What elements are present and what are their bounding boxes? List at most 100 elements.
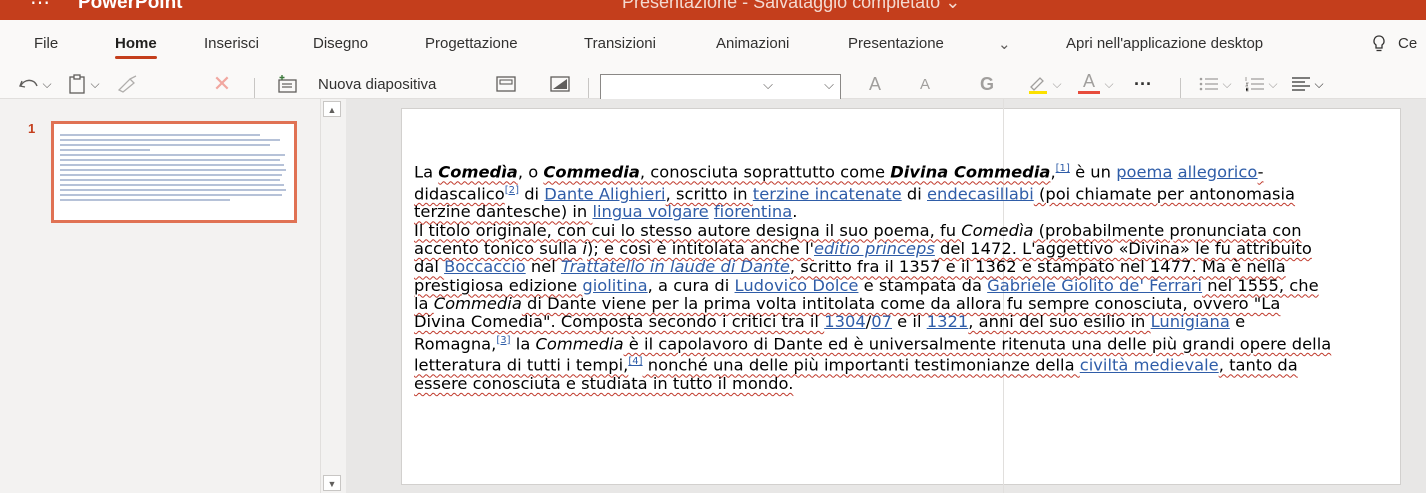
align-icon[interactable] bbox=[1290, 73, 1312, 95]
toolbar-separator bbox=[588, 78, 589, 98]
thumbnail-text-line bbox=[60, 199, 230, 201]
numbering-icon[interactable] bbox=[1244, 73, 1266, 95]
more-tabs-chevron-icon[interactable]: ⌄ bbox=[998, 35, 1011, 53]
slide-thumbnail[interactable] bbox=[51, 121, 297, 223]
hyperlink[interactable]: Ludovico Dolce bbox=[735, 276, 859, 295]
increase-font-size-button[interactable]: A bbox=[864, 73, 886, 95]
tab-disegno[interactable]: Disegno bbox=[313, 35, 368, 52]
thumbnail-text-line bbox=[60, 194, 282, 196]
hyperlink[interactable]: Dante Alighieri bbox=[544, 184, 665, 203]
text-run: Il titolo originale, con cui lo stesso a… bbox=[414, 220, 962, 240]
hyperlink[interactable]: Trattatello in laude di Dante bbox=[561, 257, 790, 276]
highlight-dropdown-chevron-icon[interactable]: ⌵ bbox=[1050, 73, 1064, 95]
slide-number: 1 bbox=[28, 121, 36, 136]
bullets-icon[interactable] bbox=[1198, 73, 1220, 95]
scroll-up-arrow-icon[interactable]: ▲ bbox=[323, 101, 341, 117]
hyperlink[interactable]: terzine incatenate bbox=[753, 184, 902, 203]
decrease-font-size-button[interactable]: A bbox=[914, 73, 936, 95]
hyperlink[interactable]: 07 bbox=[871, 312, 892, 331]
tab-animazioni[interactable]: Animazioni bbox=[716, 35, 789, 52]
text-run: , anni del suo esilio in bbox=[968, 312, 1151, 332]
font-size-dropdown[interactable]: ⌵ bbox=[779, 74, 841, 100]
scroll-down-arrow-icon[interactable]: ▼ bbox=[323, 475, 341, 491]
paste-dropdown-chevron-icon[interactable]: ⌵ bbox=[88, 73, 102, 95]
chevron-down-icon: ⌵ bbox=[824, 77, 834, 92]
text-run: nonché una delle più importanti testimon… bbox=[642, 355, 1080, 375]
thumbnail-scrollbar[interactable]: ▲ ▼ bbox=[320, 99, 343, 493]
format-painter-icon[interactable] bbox=[114, 73, 142, 95]
paragraph-2: Il titolo originale, con cui lo stesso a… bbox=[414, 220, 1332, 394]
numbering-dropdown-chevron-icon[interactable]: ⌵ bbox=[1266, 73, 1280, 95]
toolbar-separator bbox=[254, 78, 255, 98]
thumbnail-text-line bbox=[60, 134, 260, 136]
undo-dropdown-chevron-icon[interactable]: ⌵ bbox=[40, 73, 54, 95]
text-run: e stampata da bbox=[858, 275, 988, 295]
ribbon: File Home Inserisci Disegno Progettazion… bbox=[0, 20, 1426, 100]
thumbnail-text-line bbox=[60, 169, 286, 171]
tell-me-search[interactable]: Ce bbox=[1398, 35, 1417, 52]
text-run: di bbox=[901, 184, 927, 204]
new-slide-icon[interactable] bbox=[274, 73, 300, 95]
slide-text-box[interactable]: La Comedìa, o Commedia, conosciuta sopra… bbox=[414, 160, 1332, 393]
tab-progettazione[interactable]: Progettazione bbox=[425, 35, 518, 52]
footnote-link[interactable]: [4] bbox=[628, 356, 642, 367]
title-bar: ⋯ PowerPoint Presentazione - Salvataggio… bbox=[0, 0, 1426, 20]
font-color-button[interactable]: A bbox=[1078, 71, 1100, 94]
hyperlink[interactable]: Gabriele Giolito de' Ferrari bbox=[987, 276, 1202, 295]
more-options-icon[interactable]: ··· bbox=[1128, 73, 1158, 95]
tab-home[interactable]: Home bbox=[115, 35, 157, 59]
tab-transizioni[interactable]: Transizioni bbox=[584, 35, 656, 52]
text-run: di bbox=[519, 184, 545, 204]
footnote-link[interactable]: [1] bbox=[1056, 163, 1070, 174]
hyperlink[interactable]: allegorico bbox=[1178, 162, 1258, 181]
hyperlink[interactable]: 1321 bbox=[927, 312, 969, 331]
footnote-link[interactable]: [3] bbox=[496, 335, 510, 346]
text-run: nel bbox=[525, 257, 561, 277]
font-color-dropdown-chevron-icon[interactable]: ⌵ bbox=[1102, 73, 1116, 95]
align-dropdown-chevron-icon[interactable]: ⌵ bbox=[1312, 73, 1326, 95]
thumbnail-text-line bbox=[60, 159, 280, 161]
document-title[interactable]: Presentazione - Salvataggio completato ⌄ bbox=[622, 0, 960, 13]
footnote-link[interactable]: [2] bbox=[505, 185, 519, 196]
paragraph-1: La Comedìa, o Commedia, conosciuta sopra… bbox=[414, 160, 1332, 222]
text-run: Comedìa bbox=[438, 162, 518, 182]
undo-icon[interactable] bbox=[16, 73, 42, 95]
hyperlink[interactable]: editio princeps bbox=[814, 239, 935, 258]
thumbnail-text-line bbox=[60, 164, 284, 166]
clipboard-icon[interactable] bbox=[64, 73, 90, 95]
hyperlink[interactable]: giolitina bbox=[582, 276, 647, 295]
layout-icon[interactable] bbox=[494, 73, 518, 95]
text-run: Divina Commedia bbox=[890, 162, 1051, 182]
tab-inserisci[interactable]: Inserisci bbox=[204, 35, 259, 52]
open-in-desktop-button[interactable]: Apri nell'applicazione desktop bbox=[1066, 35, 1263, 52]
chevron-down-icon: ⌵ bbox=[763, 77, 773, 92]
hyperlink[interactable]: 1304 bbox=[824, 312, 866, 331]
hyperlink[interactable]: endecasillabi bbox=[927, 184, 1034, 203]
thumbnail-text-line bbox=[60, 179, 280, 181]
hyperlink[interactable]: poema bbox=[1116, 162, 1172, 181]
thumbnail-text-line bbox=[60, 189, 286, 191]
hyperlink[interactable]: fiorentina bbox=[714, 202, 792, 221]
text-run: La bbox=[414, 162, 439, 182]
text-run: Comedìa bbox=[961, 220, 1034, 240]
app-launcher-icon[interactable]: ⋯ bbox=[30, 0, 52, 15]
text-run: Commedia bbox=[543, 162, 640, 182]
font-family-dropdown[interactable]: ⌵ bbox=[600, 74, 780, 100]
delete-icon[interactable]: ✕ bbox=[208, 71, 236, 96]
background-format-icon[interactable] bbox=[548, 73, 572, 95]
tab-file[interactable]: File bbox=[34, 35, 58, 52]
highlighter-icon[interactable] bbox=[1026, 73, 1050, 95]
hyperlink[interactable]: Boccaccio bbox=[444, 257, 526, 276]
text-run: , a cura di bbox=[647, 275, 735, 295]
lightbulb-icon[interactable] bbox=[1372, 35, 1386, 57]
text-run: è un bbox=[1069, 162, 1117, 182]
tab-presentazione[interactable]: Presentazione bbox=[848, 35, 944, 52]
hyperlink[interactable]: civiltà medievale bbox=[1080, 356, 1219, 375]
new-slide-button[interactable]: Nuova diapositiva bbox=[318, 73, 436, 95]
bullets-dropdown-chevron-icon[interactable]: ⌵ bbox=[1220, 73, 1234, 95]
hyperlink[interactable]: lingua volgare bbox=[592, 202, 708, 221]
text-run: , conosciuta soprattutto come bbox=[639, 162, 891, 182]
app-name: PowerPoint bbox=[78, 0, 183, 13]
hyperlink[interactable]: Lunigiana bbox=[1151, 312, 1230, 331]
bold-button[interactable]: G bbox=[976, 73, 998, 95]
